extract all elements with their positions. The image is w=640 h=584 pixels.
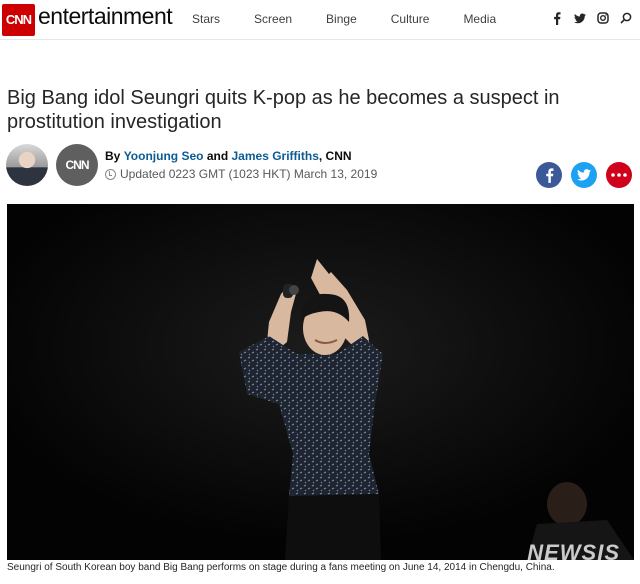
top-nav: CNN entertainment Stars Screen Binge Cul… xyxy=(0,0,640,40)
author-link-2[interactable]: James Griffiths xyxy=(232,149,319,163)
nav-link-stars[interactable]: Stars xyxy=(192,12,220,26)
photo-caption: Seungri of South Korean boy band Big Ban… xyxy=(7,562,555,573)
facebook-icon[interactable] xyxy=(551,11,563,25)
clock-icon xyxy=(105,168,116,180)
nav-link-media[interactable]: Media xyxy=(463,12,496,26)
nav-link-screen[interactable]: Screen xyxy=(254,12,292,26)
updated-text: Updated 0223 GMT (1023 HKT) March 13, 20… xyxy=(120,167,378,181)
byline-outlet: , CNN xyxy=(318,149,352,163)
nav-link-culture[interactable]: Culture xyxy=(391,12,430,26)
article-headline: Big Bang idol Seungri quits K-pop as he … xyxy=(7,87,560,133)
article-photo[interactable] xyxy=(7,204,634,560)
performer-illustration xyxy=(7,204,634,560)
updated-timestamp: Updated 0223 GMT (1023 HKT) March 13, 20… xyxy=(105,167,377,181)
author-link-1[interactable]: Yoonjung Seo xyxy=(124,149,204,163)
search-icon[interactable] xyxy=(620,11,632,25)
author-avatar[interactable] xyxy=(6,144,48,186)
nav-link-binge[interactable]: Binge xyxy=(326,12,357,26)
cnn-author-badge[interactable]: CNN xyxy=(56,144,98,186)
cnn-logo[interactable]: CNN xyxy=(2,4,35,36)
twitter-icon[interactable] xyxy=(574,11,586,25)
section-brand[interactable]: entertainment xyxy=(38,3,173,30)
nav-icons xyxy=(540,11,632,25)
byline-prefix: By xyxy=(105,149,121,163)
nav-links: Stars Screen Binge Culture Media xyxy=(192,12,530,26)
byline-and: and xyxy=(206,149,229,163)
facebook-share-icon[interactable] xyxy=(536,162,562,188)
instagram-icon[interactable] xyxy=(597,11,609,25)
byline: By Yoonjung Seo and James Griffiths, CNN xyxy=(105,149,352,163)
more-icon[interactable] xyxy=(606,162,632,188)
twitter-share-icon[interactable] xyxy=(571,162,597,188)
